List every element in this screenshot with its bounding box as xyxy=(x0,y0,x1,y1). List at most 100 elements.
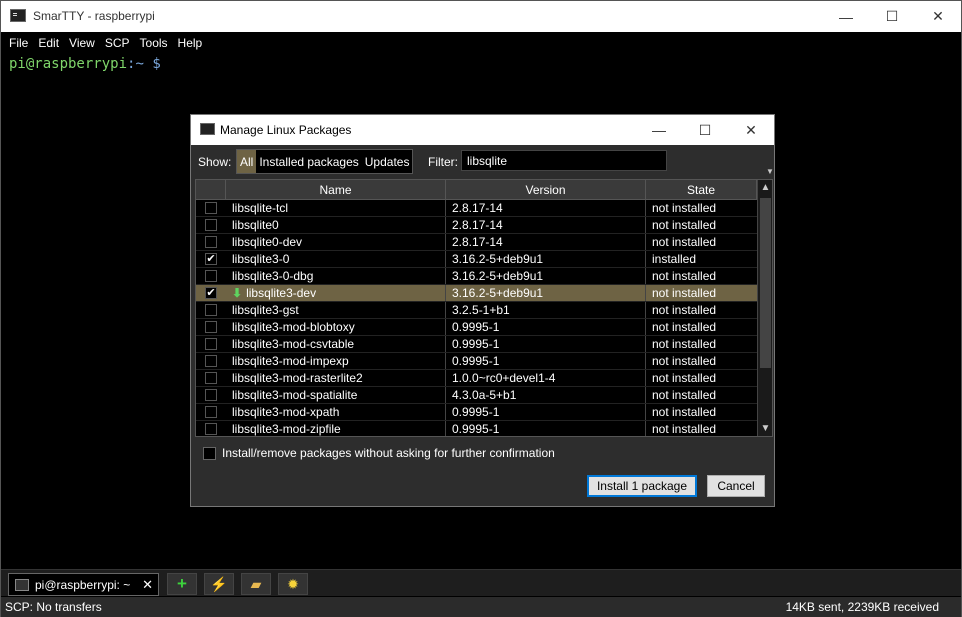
prompt-dollar: $ xyxy=(152,56,161,72)
package-name-cell: libsqlite0-dev xyxy=(226,234,446,250)
package-name-cell: libsqlite3-mod-spatialite xyxy=(226,387,446,403)
table-row[interactable]: libsqlite3-mod-spatialite 4.3.0a-5+b1 not … xyxy=(196,387,757,404)
app-window: SmarTTY - raspberrypi — ☐ ✕ File Edit Vi… xyxy=(0,0,962,617)
package-state: not installed xyxy=(652,354,717,368)
column-header-check xyxy=(196,180,226,199)
scroll-up-icon[interactable]: ▲ xyxy=(758,180,772,195)
close-button[interactable]: ✕ xyxy=(915,1,961,32)
package-version: 3.16.2-5+deb9u1 xyxy=(446,268,646,284)
table-header: Name Version State xyxy=(196,180,757,200)
package-version: 0.9995-1 xyxy=(446,336,646,352)
row-check-cell xyxy=(196,387,226,403)
row-check-cell xyxy=(196,234,226,250)
package-state: not installed xyxy=(652,269,717,283)
row-checkbox[interactable] xyxy=(205,304,217,316)
lightning-icon[interactable]: ⚡ xyxy=(204,573,234,595)
scp-status: SCP: No transfers xyxy=(5,600,102,614)
sun-icon[interactable]: ✹ xyxy=(278,573,308,595)
show-updates-option[interactable]: Updates xyxy=(362,150,413,173)
scrollbar-thumb[interactable] xyxy=(760,198,771,368)
row-checkbox[interactable] xyxy=(205,321,217,333)
table-row[interactable]: libsqlite3-mod-rasterlite2 1.0.0~rc0+deve… xyxy=(196,370,757,387)
row-checkbox[interactable] xyxy=(205,338,217,350)
row-check-cell xyxy=(196,421,226,436)
menu-tools[interactable]: Tools xyxy=(135,36,173,50)
dialog-minimize-button[interactable]: — xyxy=(636,115,682,145)
table-row[interactable]: libsqlite3-gst 3.2.5-1+b1 not installed xyxy=(196,302,757,319)
package-version: 3.16.2-5+deb9u1 xyxy=(446,285,646,301)
scroll-down-icon[interactable]: ▼ xyxy=(758,421,772,436)
table-row[interactable]: libsqlite0-dev 2.8.17-14 not installed xyxy=(196,234,757,251)
row-checkbox[interactable] xyxy=(205,202,217,214)
row-check-cell: ✔ xyxy=(196,285,226,301)
add-icon[interactable]: + xyxy=(167,573,197,595)
package-name-cell: libsqlite0 xyxy=(226,217,446,233)
menu-bar: File Edit View SCP Tools Help xyxy=(1,32,961,54)
row-check-cell xyxy=(196,404,226,420)
row-check-cell xyxy=(196,217,226,233)
row-checkbox[interactable] xyxy=(205,423,217,435)
table-row[interactable]: ✔ ⬇ libsqlite3-dev 3.16.2-5+deb9u1 not insta… xyxy=(196,285,757,302)
table-row[interactable]: libsqlite3-mod-blobtoxy 0.9995-1 not insta… xyxy=(196,319,757,336)
filter-input[interactable] xyxy=(461,150,667,171)
package-version: 0.9995-1 xyxy=(446,353,646,369)
table-row[interactable]: libsqlite3-mod-zipfile 0.9995-1 not instal… xyxy=(196,421,757,436)
confirm-checkbox[interactable] xyxy=(203,446,216,460)
dialog-title-bar: Manage Linux Packages — ☐ ✕ xyxy=(191,115,774,145)
dialog-maximize-button[interactable]: ☐ xyxy=(682,115,728,145)
row-checkbox[interactable]: ✔ xyxy=(205,253,217,265)
package-name-cell: ⬇ libsqlite3-dev xyxy=(226,285,446,301)
table-row[interactable]: ✔ libsqlite3-0 3.16.2-5+deb9u1 installed xyxy=(196,251,757,268)
table-row[interactable]: libsqlite3-mod-impexp 0.9995-1 not install… xyxy=(196,353,757,370)
package-version: 3.2.5-1+b1 xyxy=(446,302,646,318)
show-installed-option[interactable]: Installed packages xyxy=(256,150,361,173)
package-version: 0.9995-1 xyxy=(446,404,646,420)
terminal-tab-icon xyxy=(15,578,29,591)
row-checkbox[interactable] xyxy=(205,406,217,418)
table-row[interactable]: libsqlite3-mod-csvtable 0.9995-1 not insta… xyxy=(196,336,757,353)
cancel-button[interactable]: Cancel xyxy=(707,475,765,497)
maximize-button[interactable]: ☐ xyxy=(869,1,915,32)
package-state: not installed xyxy=(652,422,717,436)
table-row[interactable]: libsqlite-tcl 2.8.17-14 not installed xyxy=(196,200,757,217)
minimize-button[interactable]: — xyxy=(823,1,869,32)
show-all-option[interactable]: All xyxy=(237,150,257,173)
session-tab[interactable]: pi@raspberrypi: ~ ✕ xyxy=(8,573,159,596)
dialog-close-button[interactable]: ✕ xyxy=(728,115,774,145)
status-bar: SCP: No transfers 14KB sent, 2239KB rece… xyxy=(1,597,961,617)
menu-help[interactable]: Help xyxy=(173,36,208,50)
package-name: libsqlite3-mod-zipfile xyxy=(232,422,341,436)
row-checkbox[interactable] xyxy=(205,236,217,248)
terminal-app-icon xyxy=(10,9,26,22)
table-row[interactable]: libsqlite3-mod-xpath 0.9995-1 not installe… xyxy=(196,404,757,421)
row-checkbox[interactable] xyxy=(205,270,217,282)
package-name-cell: libsqlite-tcl xyxy=(226,200,446,216)
menu-file[interactable]: File xyxy=(4,36,33,50)
row-checkbox[interactable] xyxy=(205,389,217,401)
package-state: not installed xyxy=(652,388,717,402)
menu-edit[interactable]: Edit xyxy=(33,36,64,50)
row-checkbox[interactable] xyxy=(205,219,217,231)
menu-scp[interactable]: SCP xyxy=(100,36,135,50)
folder-icon[interactable]: ▰ xyxy=(241,573,271,595)
chevron-down-icon[interactable]: ▼ xyxy=(766,167,774,176)
table-body: libsqlite-tcl 2.8.17-14 not installed libsq… xyxy=(196,200,757,436)
confirm-option[interactable]: Install/remove packages without asking f… xyxy=(203,446,555,460)
install-button[interactable]: Install 1 package xyxy=(587,475,697,497)
menu-view[interactable]: View xyxy=(64,36,100,50)
table-row[interactable]: libsqlite0 2.8.17-14 not installed xyxy=(196,217,757,234)
column-header-version[interactable]: Version xyxy=(446,180,646,199)
table-row[interactable]: libsqlite3-0-dbg 3.16.2-5+deb9u1 not insta… xyxy=(196,268,757,285)
tab-close-icon[interactable]: ✕ xyxy=(142,577,153,593)
package-name-cell: libsqlite3-mod-xpath xyxy=(226,404,446,420)
package-name: libsqlite3-mod-impexp xyxy=(232,354,349,368)
row-checkbox[interactable]: ✔ xyxy=(205,287,217,299)
column-header-name[interactable]: Name xyxy=(226,180,446,199)
column-header-state[interactable]: State xyxy=(646,180,757,199)
package-name: libsqlite3-0-dbg xyxy=(232,269,314,283)
row-checkbox[interactable] xyxy=(205,355,217,367)
package-state: not installed xyxy=(652,405,717,419)
row-checkbox[interactable] xyxy=(205,372,217,384)
vertical-scrollbar[interactable]: ▲ ▼ xyxy=(757,180,772,436)
package-state: not installed xyxy=(652,371,717,385)
